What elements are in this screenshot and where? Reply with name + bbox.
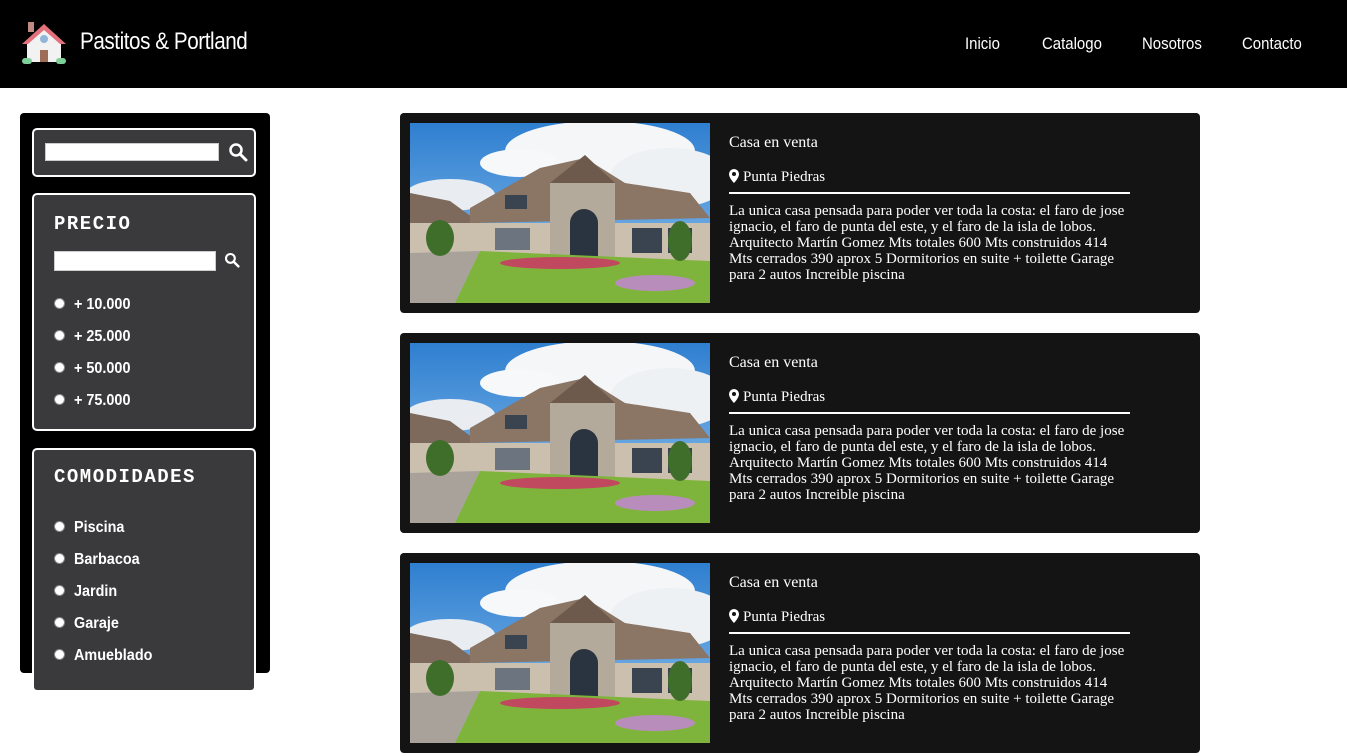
price-option-label: + 25.000 bbox=[74, 328, 131, 345]
divider bbox=[729, 192, 1130, 194]
nav-item-catalogo[interactable]: Catalogo bbox=[1042, 34, 1102, 54]
radio-button[interactable] bbox=[54, 362, 65, 373]
house-photo[interactable] bbox=[410, 123, 710, 303]
house-photo[interactable] bbox=[410, 343, 710, 523]
divider bbox=[729, 412, 1130, 414]
amenity-option-label: Piscina bbox=[74, 519, 125, 536]
map-pin-icon bbox=[729, 609, 739, 623]
price-filter: PRECIO + 10.000 + 25.000 + 50.000 + 75.0… bbox=[32, 193, 256, 431]
listing-location-label: Punta Piedras bbox=[743, 389, 826, 405]
listing-location: Punta Piedras bbox=[729, 169, 825, 186]
listing-location: Punta Piedras bbox=[729, 389, 825, 406]
radio-button[interactable] bbox=[54, 330, 65, 341]
search-box bbox=[32, 128, 256, 177]
radio-button[interactable] bbox=[54, 521, 65, 532]
price-input[interactable] bbox=[54, 251, 216, 271]
filter-sidebar: PRECIO + 10.000 + 25.000 + 50.000 + 75.0… bbox=[20, 113, 270, 692]
map-pin-icon bbox=[729, 389, 739, 403]
listing-location-label: Punta Piedras bbox=[743, 169, 826, 185]
nav-item-inicio[interactable]: Inicio bbox=[965, 34, 1000, 54]
radio-button[interactable] bbox=[54, 553, 65, 564]
price-option-label: + 10.000 bbox=[74, 296, 131, 313]
amenities-filter-title: COMODIDADES bbox=[54, 466, 196, 488]
listing-card[interactable]: Casa en venta Punta Piedras La unica cas… bbox=[400, 553, 1200, 753]
main-nav: Inicio Catalogo Nosotros Contacto bbox=[0, 34, 1347, 54]
amenity-option-label: Barbacoa bbox=[74, 551, 140, 568]
house-photo[interactable] bbox=[410, 563, 710, 743]
map-pin-icon bbox=[729, 169, 739, 183]
nav-item-nosotros[interactable]: Nosotros bbox=[1142, 34, 1202, 54]
amenity-option-label: Amueblado bbox=[74, 647, 153, 664]
radio-button[interactable] bbox=[54, 394, 65, 405]
amenities-filter: COMODIDADES Piscina Barbacoa Jardin Gara… bbox=[32, 448, 256, 692]
listing-location: Punta Piedras bbox=[729, 609, 825, 626]
price-option-label: + 50.000 bbox=[74, 360, 131, 377]
search-icon[interactable] bbox=[228, 142, 248, 162]
price-filter-title: PRECIO bbox=[54, 213, 132, 235]
listing-description: La unica casa pensada para poder ver tod… bbox=[729, 203, 1125, 283]
listing-description: La unica casa pensada para poder ver tod… bbox=[729, 643, 1125, 723]
listing-location-label: Punta Piedras bbox=[743, 609, 826, 625]
radio-button[interactable] bbox=[54, 585, 65, 596]
amenity-option-label: Jardin bbox=[74, 583, 118, 600]
listing-description: La unica casa pensada para poder ver tod… bbox=[729, 423, 1125, 503]
radio-button[interactable] bbox=[54, 649, 65, 660]
nav-item-contacto[interactable]: Contacto bbox=[1242, 34, 1302, 54]
search-input[interactable] bbox=[45, 143, 219, 161]
divider bbox=[729, 632, 1130, 634]
listing-title[interactable]: Casa en venta bbox=[729, 574, 818, 592]
radio-button[interactable] bbox=[54, 298, 65, 309]
search-icon[interactable] bbox=[224, 252, 240, 268]
amenity-option-label: Garaje bbox=[74, 615, 119, 632]
listing-card[interactable]: Casa en venta Punta Piedras La unica cas… bbox=[400, 113, 1200, 313]
price-option-label: + 75.000 bbox=[74, 392, 131, 409]
listing-card[interactable]: Casa en venta Punta Piedras La unica cas… bbox=[400, 333, 1200, 533]
top-navbar: Pastitos & Portland Inicio Catalogo Noso… bbox=[0, 0, 1347, 88]
listing-title[interactable]: Casa en venta bbox=[729, 354, 818, 372]
listing-title[interactable]: Casa en venta bbox=[729, 134, 818, 152]
radio-button[interactable] bbox=[54, 617, 65, 628]
